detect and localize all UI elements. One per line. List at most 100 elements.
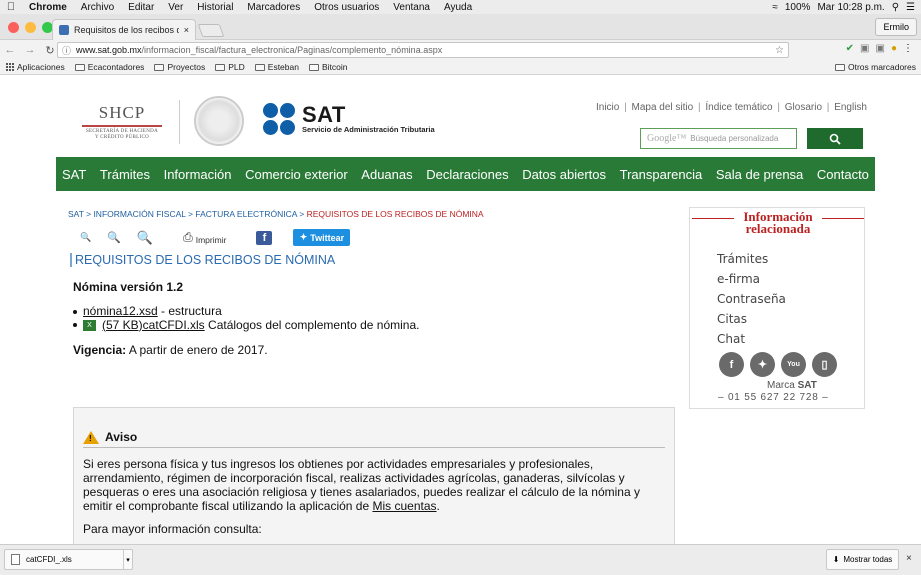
- version-heading: Nómina versión 1.2: [73, 280, 184, 294]
- address-bar[interactable]: ⓘ www.sat.gob.mx/informacion_fiscal/fact…: [57, 42, 789, 58]
- menu-dots-icon[interactable]: ⋮: [903, 43, 913, 54]
- top-links: Inicio | Mapa del sitio | Índice temátic…: [595, 102, 867, 113]
- menu-historial[interactable]: Historial: [190, 2, 240, 13]
- nav-sat[interactable]: SAT: [62, 167, 86, 182]
- breadcrumb-factura-electronica[interactable]: FACTURA ELECTRÓNICA: [195, 209, 297, 219]
- bookmark-folder[interactable]: Ecacontadores: [70, 62, 150, 72]
- zoom-reset-icon[interactable]: 🔍: [107, 231, 121, 244]
- breadcrumb-sat[interactable]: SAT: [68, 209, 84, 219]
- download-item[interactable]: catCFDI_.xls ▾: [4, 549, 133, 570]
- shcp-logo[interactable]: SHCP SECRETARÍA DE HACIENDA Y CRÉDITO PÚ…: [76, 103, 168, 141]
- nav-aduanas[interactable]: Aduanas: [361, 167, 412, 182]
- sat-logo[interactable]: SAT Servicio de Administración Tributari…: [262, 102, 435, 136]
- new-tab-button[interactable]: [197, 24, 225, 37]
- mobile-app-icon[interactable]: ▯: [812, 352, 837, 377]
- close-icon[interactable]: ×: [906, 553, 912, 564]
- extensions: ✔ ▣ ▣ ● ⋮: [846, 43, 913, 54]
- marca-sat: Marca SAT: [767, 380, 817, 391]
- nav-contacto[interactable]: Contacto: [817, 167, 869, 182]
- search-button[interactable]: [807, 128, 863, 149]
- phone-number[interactable]: – 01 55 627 22 728 –: [718, 392, 829, 403]
- related-link-chat[interactable]: Chat: [717, 329, 786, 349]
- download-filename: catCFDI_.xls: [26, 555, 72, 564]
- zoom-in-icon[interactable]: 🔍: [137, 230, 153, 246]
- bookmark-star-icon[interactable]: ☆: [775, 45, 788, 56]
- pocket-icon[interactable]: ▣: [860, 43, 869, 54]
- nav-transparencia[interactable]: Transparencia: [620, 167, 703, 182]
- list-item: X (57 KB)catCFDI.xls Catálogos del compl…: [73, 318, 419, 333]
- minimize-window-icon[interactable]: [25, 22, 36, 33]
- youtube-icon[interactable]: You: [781, 352, 806, 377]
- back-icon[interactable]: ←: [0, 44, 20, 56]
- related-link-citas[interactable]: Citas: [717, 309, 786, 329]
- facebook-share-icon[interactable]: f: [256, 230, 273, 245]
- bookmark-other[interactable]: Otros marcadores: [830, 62, 921, 72]
- browser-toolbar: ← → ↻ ⓘ www.sat.gob.mx/informacion_fisca…: [0, 40, 921, 60]
- xsd-download-link[interactable]: nómina12.xsd: [83, 304, 158, 318]
- extension-icon[interactable]: ▣: [876, 43, 885, 54]
- close-window-icon[interactable]: [8, 22, 19, 33]
- xls-download-link[interactable]: (57 KB)catCFDI.xls: [102, 318, 205, 332]
- zoom-out-icon[interactable]: 🔍: [80, 232, 91, 243]
- profile-button[interactable]: Ermilo: [875, 18, 917, 36]
- link-indice-tematico[interactable]: Índice temático: [705, 102, 772, 113]
- menu-marcadores[interactable]: Marcadores: [240, 2, 307, 13]
- vigencia: Vigencia: A partir de enero de 2017.: [73, 343, 268, 357]
- info-icon[interactable]: ⓘ: [62, 44, 71, 57]
- bookmark-label: PLD: [228, 62, 245, 72]
- print-button[interactable]: ⎙ Imprimir: [183, 230, 226, 245]
- bookmark-folder[interactable]: Esteban: [250, 62, 304, 72]
- menu-ayuda[interactable]: Ayuda: [437, 2, 479, 13]
- link-glosario[interactable]: Glosario: [785, 102, 822, 113]
- menu-ventana[interactable]: Ventana: [386, 2, 437, 13]
- menu-archivo[interactable]: Archivo: [74, 2, 121, 13]
- apple-icon[interactable]: : [0, 1, 22, 13]
- spotlight-icon[interactable]: ⚲: [892, 2, 899, 13]
- divider: [179, 100, 180, 144]
- browser-tab[interactable]: Requisitos de los recibos de n ×: [52, 19, 196, 40]
- notifications-icon[interactable]: ☰: [906, 2, 915, 13]
- search-icon: [829, 133, 841, 145]
- menu-ver[interactable]: Ver: [161, 2, 190, 13]
- extension-icon[interactable]: ✔: [846, 43, 854, 54]
- menu-editar[interactable]: Editar: [121, 2, 161, 13]
- related-link-tramites[interactable]: Trámites: [717, 249, 786, 269]
- bookmark-folder[interactable]: Bitcoin: [304, 62, 353, 72]
- link-english[interactable]: English: [834, 102, 867, 113]
- folder-icon: [74, 63, 85, 71]
- show-all-downloads-button[interactable]: ⬇ Mostrar todas: [826, 549, 899, 570]
- site-search-input[interactable]: Google™ Búsqueda personalizada: [640, 128, 797, 149]
- menu-otros-usuarios[interactable]: Otros usuarios: [307, 2, 386, 13]
- nav-tramites[interactable]: Trámites: [100, 167, 150, 182]
- twitter-icon[interactable]: ✦: [750, 352, 775, 377]
- link-mapa-sitio[interactable]: Mapa del sitio: [632, 102, 694, 113]
- nav-informacion[interactable]: Información: [164, 167, 232, 182]
- related-link-efirma[interactable]: e-firma: [717, 269, 786, 289]
- chevron-down-icon[interactable]: ▾: [123, 550, 132, 569]
- wifi-icon[interactable]: ≈: [772, 2, 778, 13]
- breadcrumb-informacion-fiscal[interactable]: INFORMACIÓN FISCAL: [93, 209, 185, 219]
- bookmark-apps[interactable]: Aplicaciones: [0, 62, 70, 72]
- clock[interactable]: Mar 10:28 p.m.: [817, 2, 884, 13]
- mis-cuentas-link[interactable]: Mis cuentas: [372, 499, 436, 513]
- bookmark-folder[interactable]: Proyectos: [149, 62, 210, 72]
- nav-comercio-exterior[interactable]: Comercio exterior: [245, 167, 348, 182]
- bookmark-label: Otros marcadores: [847, 62, 916, 72]
- menu-app-name[interactable]: Chrome: [22, 2, 74, 13]
- twitter-share-button[interactable]: ✦ Twittear: [293, 229, 351, 246]
- macos-menubar:  Chrome Archivo Editar Ver Historial Ma…: [0, 0, 921, 14]
- sat-logo-subtitle: Servicio de Administración Tributaria: [302, 124, 435, 134]
- related-link-contrasena[interactable]: Contraseña: [717, 289, 786, 309]
- forward-icon[interactable]: →: [20, 44, 40, 56]
- link-inicio[interactable]: Inicio: [596, 102, 619, 113]
- extension-icon[interactable]: ●: [891, 43, 897, 54]
- facebook-icon[interactable]: f: [719, 352, 744, 377]
- nav-sala-de-prensa[interactable]: Sala de prensa: [716, 167, 803, 182]
- page-tools: 🔍 🔍 🔍 ⎙ Imprimir f ✦ Twittear: [80, 229, 351, 246]
- nav-datos-abiertos[interactable]: Datos abiertos: [522, 167, 606, 182]
- close-tab-icon[interactable]: ×: [184, 25, 189, 35]
- battery-label[interactable]: 100%: [785, 2, 811, 13]
- nav-declaraciones[interactable]: Declaraciones: [426, 167, 508, 182]
- sat-logo-word: SAT: [302, 101, 346, 127]
- bookmark-folder[interactable]: PLD: [210, 62, 250, 72]
